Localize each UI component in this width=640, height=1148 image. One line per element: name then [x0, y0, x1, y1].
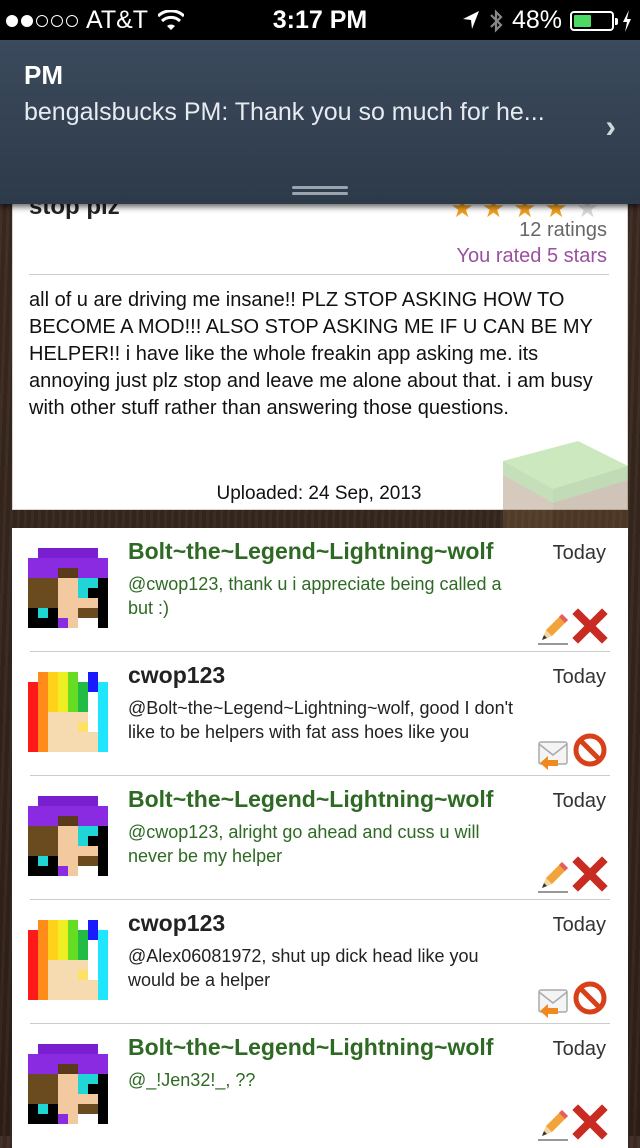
- delete-x-icon[interactable]: [572, 1104, 608, 1140]
- status-bar: AT&T 3:17 PM 48%: [0, 0, 640, 40]
- comment-item[interactable]: cwop123 Today @Alex06081972, shut up dic…: [12, 900, 628, 1024]
- location-arrow-icon: [462, 10, 479, 29]
- delete-x-icon[interactable]: [572, 608, 608, 644]
- edit-pencil-icon[interactable]: [536, 860, 570, 894]
- avatar[interactable]: [28, 920, 108, 1000]
- avatar[interactable]: [28, 548, 108, 628]
- notification-message: bengalsbucks PM: Thank you so much for h…: [24, 98, 545, 126]
- comment-text: @Bolt~the~Legend~Lightning~wolf, good I …: [128, 698, 514, 742]
- comment-item[interactable]: Bolt~the~Legend~Lightning~wolf Today @cw…: [12, 528, 628, 652]
- battery-percent: 48%: [511, 6, 562, 34]
- avatar[interactable]: [28, 1044, 108, 1124]
- comment-text: @_!Jen32!_, ??: [128, 1070, 256, 1090]
- edit-pencil-icon[interactable]: [536, 612, 570, 646]
- comment-item[interactable]: cwop123 Today @Bolt~the~Legend~Lightning…: [12, 652, 628, 776]
- comment-date: Today: [552, 666, 606, 688]
- comment-text: @Alex06081972, shut up dick head like yo…: [128, 946, 479, 990]
- bluetooth-icon: [490, 8, 503, 33]
- edit-pencil-icon[interactable]: [536, 1108, 570, 1142]
- comment-text: @cwop123, alright go ahead and cuss u wi…: [128, 822, 480, 866]
- notification-banner[interactable]: PM bengalsbucks PM: Thank you so much fo…: [0, 40, 640, 204]
- chevron-right-icon[interactable]: ›: [605, 108, 616, 145]
- avatar[interactable]: [28, 796, 108, 876]
- reply-mail-icon[interactable]: [536, 984, 570, 1018]
- post-card: stop plz ★★★★★ 12 ratings You rated 5 st…: [12, 193, 628, 566]
- block-icon[interactable]: [572, 732, 608, 768]
- ratings-count: 12 ratings: [519, 219, 607, 241]
- comment-author[interactable]: Bolt~the~Legend~Lightning~wolf: [128, 538, 493, 565]
- comments-list: Bolt~the~Legend~Lightning~wolf Today @cw…: [12, 528, 628, 1148]
- charging-bolt-icon: [623, 9, 631, 32]
- comment-author[interactable]: Bolt~the~Legend~Lightning~wolf: [128, 786, 493, 813]
- comment-author[interactable]: cwop123: [128, 910, 225, 937]
- comment-date: Today: [552, 790, 606, 812]
- comment-author[interactable]: Bolt~the~Legend~Lightning~wolf: [128, 1034, 493, 1061]
- notification-grabber[interactable]: [292, 186, 348, 196]
- your-rating: You rated 5 stars: [456, 245, 607, 267]
- avatar[interactable]: [28, 672, 108, 752]
- delete-x-icon[interactable]: [572, 856, 608, 892]
- comment-date: Today: [552, 542, 606, 564]
- comment-item[interactable]: Bolt~the~Legend~Lightning~wolf Today @cw…: [12, 776, 628, 900]
- battery-icon: [570, 10, 618, 31]
- comment-text: @cwop123, thank u i appreciate being cal…: [128, 574, 502, 618]
- reply-mail-icon[interactable]: [536, 736, 570, 770]
- comment-item[interactable]: Bolt~the~Legend~Lightning~wolf Today @_!…: [12, 1024, 628, 1148]
- post-body: all of u are driving me insane!! PLZ STO…: [29, 289, 593, 419]
- comment-date: Today: [552, 1038, 606, 1060]
- comment-author[interactable]: cwop123: [128, 662, 225, 689]
- notification-title: PM: [24, 60, 63, 90]
- block-icon[interactable]: [572, 980, 608, 1016]
- divider: [29, 274, 609, 275]
- comment-date: Today: [552, 914, 606, 936]
